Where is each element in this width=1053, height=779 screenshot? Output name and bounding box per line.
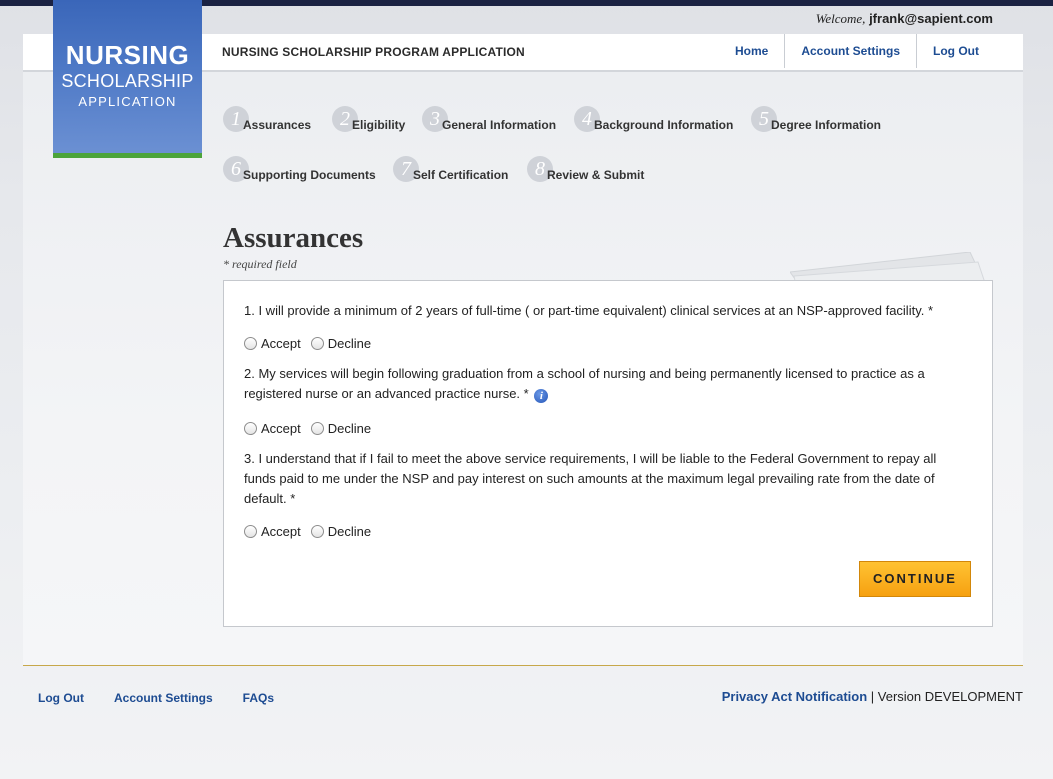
logo-line-2: SCHOLARSHIP (61, 71, 194, 91)
page-title: Assurances (223, 222, 364, 254)
accept-label: Accept (261, 524, 301, 539)
user-email: jfrank@sapient.com (869, 11, 993, 26)
question-3-options: Accept Decline (244, 524, 381, 539)
radio-circle[interactable] (244, 337, 257, 350)
q2-accept-radio[interactable]: Accept (244, 421, 301, 436)
question-2-block: 2. My services will begin following grad… (244, 364, 954, 404)
nursing-scholarship-logo[interactable]: NURSING SCHOLARSHIP APPLICATION (53, 0, 202, 158)
nav-account-settings-link[interactable]: Account Settings (784, 34, 916, 68)
decline-label: Decline (327, 524, 372, 539)
footer-account-settings-link[interactable]: Account Settings (114, 691, 213, 705)
step-degree-information[interactable]: 5 Degree Information (751, 106, 881, 132)
question-1-text: 1. I will provide a minimum of 2 years o… (244, 303, 934, 318)
q3-decline-radio[interactable]: Decline (310, 524, 372, 539)
radio-circle[interactable] (244, 422, 257, 435)
step-assurances[interactable]: 1 Assurances (223, 106, 311, 132)
version-text: | Version DEVELOPMENT (867, 689, 1023, 704)
step-label: General Information (442, 118, 557, 132)
step-background-information[interactable]: 4 Background Information (574, 106, 733, 132)
q2-decline-radio[interactable]: Decline (310, 421, 372, 436)
decline-label: Decline (327, 421, 372, 436)
step-label: Supporting Documents (243, 168, 376, 182)
footer-faqs-link[interactable]: FAQs (243, 691, 274, 705)
step-general-information[interactable]: 3 General Information (422, 106, 556, 132)
accept-label: Accept (261, 336, 301, 351)
accept-label: Accept (261, 421, 301, 436)
step-label: Review & Submit (547, 168, 645, 182)
radio-circle[interactable] (244, 525, 257, 538)
step-label: Assurances (243, 118, 312, 132)
radio-circle[interactable] (310, 422, 324, 435)
radio-circle[interactable] (310, 525, 324, 538)
continue-button[interactable]: CONTINUE (859, 561, 971, 597)
step-review-submit[interactable]: 8 Review & Submit (527, 156, 644, 182)
footer-right: Privacy Act Notification | Version DEVEL… (722, 689, 1023, 704)
q1-decline-radio[interactable]: Decline (310, 336, 372, 351)
footer-links: Log Out Account Settings FAQs (38, 691, 304, 705)
privacy-act-link[interactable]: Privacy Act Notification (722, 689, 867, 704)
q1-accept-radio[interactable]: Accept (244, 336, 301, 351)
step-eligibility[interactable]: 2 Eligibility (332, 106, 405, 132)
nav-logout-link[interactable]: Log Out (916, 34, 1023, 68)
welcome-prefix: Welcome, (815, 11, 866, 26)
app-title: NURSING SCHOLARSHIP PROGRAM APPLICATION (222, 45, 525, 59)
step-self-certification[interactable]: 7 Self Certification (393, 156, 508, 182)
logo-line-1: NURSING (65, 40, 190, 70)
step-label: Self Certification (413, 168, 509, 182)
footer: Log Out Account Settings FAQs Privacy Ac… (0, 668, 1053, 728)
welcome-message: Welcome, jfrank@sapient.com (816, 11, 993, 27)
question-2-options: Accept Decline (244, 421, 381, 436)
top-nav: Home Account Settings Log Out (719, 34, 1023, 70)
required-field-note: * required field (223, 257, 297, 271)
assurances-form: 1. I will provide a minimum of 2 years o… (223, 280, 993, 627)
nav-home-link[interactable]: Home (719, 34, 784, 68)
radio-circle[interactable] (310, 337, 324, 350)
question-2-text: 2. My services will begin following grad… (244, 366, 925, 401)
question-3-text: 3. I understand that if I fail to meet t… (244, 451, 937, 506)
info-icon[interactable]: i (534, 389, 549, 403)
q3-accept-radio[interactable]: Accept (244, 524, 301, 539)
step-label: Eligibility (352, 118, 406, 132)
decline-label: Decline (327, 336, 372, 351)
step-label: Background Information (594, 118, 734, 132)
step-label: Degree Information (771, 118, 882, 132)
logo-line-3: APPLICATION (78, 94, 177, 109)
question-1-options: Accept Decline (244, 336, 381, 351)
footer-logout-link[interactable]: Log Out (38, 691, 84, 705)
step-supporting-documents[interactable]: 6 Supporting Documents (223, 156, 376, 182)
